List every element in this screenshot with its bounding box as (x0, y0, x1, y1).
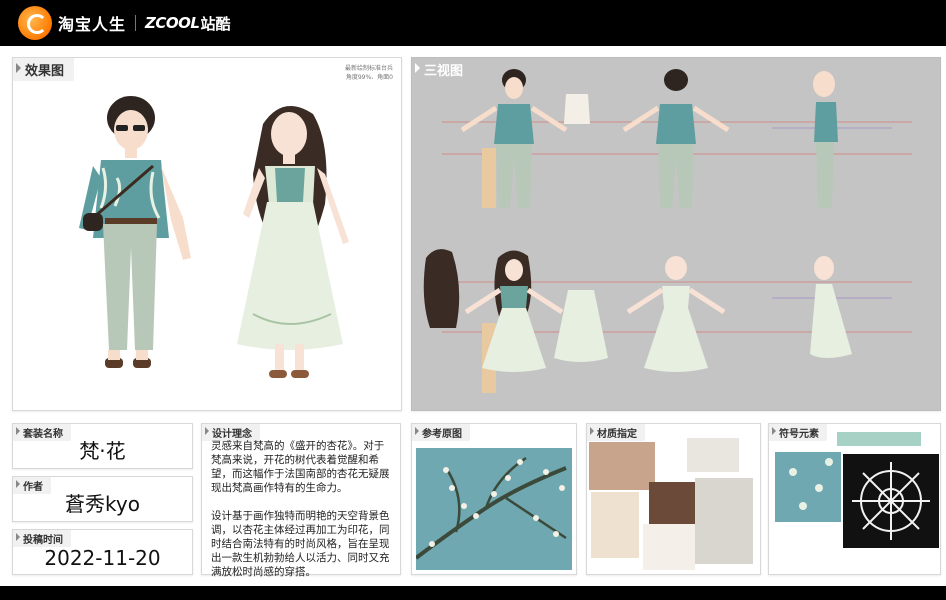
submit-date-title: 投稿时间 (13, 530, 71, 547)
brand-name: 淘宝人生 (58, 15, 127, 34)
design-concept-panel: 设计理念 灵感来自梵高的《盛开的杏花》。对于梵高来说，开花的树代表着觉醒和希望，… (201, 423, 401, 578)
female-back-view (626, 256, 726, 372)
taobao-life-logo-icon (18, 6, 52, 40)
symbol-patterns (775, 432, 939, 548)
material-collage (589, 438, 753, 570)
author-value: 蒼秀kyo (65, 492, 140, 516)
dress-detail-view (554, 290, 608, 362)
female-character-illustration (237, 106, 349, 378)
almond-blossom-painting (416, 448, 572, 570)
suit-name-value: 梵·花 (79, 439, 126, 463)
three-view-panel: 三视图 (411, 57, 941, 411)
submit-date-panel: 投稿时间 2022-11-20 (12, 529, 193, 575)
zcool-logo-cn: 站酷 (200, 14, 231, 33)
male-side-view (813, 71, 838, 208)
concept-paragraph-2: 设计基于画作独特而明艳的天空背景色调，以杏花主体经过再加工为印花，同时结合南法特… (211, 510, 390, 578)
hair-back-view (423, 249, 460, 328)
reference-title: 参考原图 (412, 424, 470, 441)
submit-date-value: 2022-11-20 (44, 546, 161, 570)
brand-divider (135, 15, 137, 31)
female-front-view (464, 250, 564, 372)
bottom-bar (0, 586, 946, 600)
male-back-view (622, 69, 730, 208)
top-bar: 淘宝人生 ZCOOL 站酷 (0, 0, 946, 46)
author-panel: 作者 蒼秀kyo (12, 476, 193, 522)
three-view-turnaround (423, 69, 912, 393)
effect-panel-title: 效果图 (13, 58, 75, 81)
shirt-detail-view (564, 94, 590, 124)
suit-name-panel: 套装名称 梵·花 (12, 423, 193, 469)
effect-panel: 效果图 最新绘制标准台兵 角度99%、角面0 (12, 57, 402, 411)
female-side-view (810, 256, 852, 358)
effect-note: 最新绘制标准台兵 角度99%、角面0 (344, 65, 393, 81)
male-character-illustration (79, 96, 191, 368)
concept-paragraph-1: 灵感来自梵高的《盛开的杏花》。对于梵高来说，开花的树代表着觉醒和希望，而这幅作于… (211, 440, 390, 494)
male-front-view (460, 69, 568, 208)
reference-panel: 参考原图 (411, 423, 577, 575)
material-panel: 材质指定 (586, 423, 761, 575)
zcool-logo: ZCOOL (145, 14, 200, 32)
design-concept-text: 灵感来自梵高的《盛开的杏花》。对于梵高来说，开花的树代表着觉醒和希望，而这幅作于… (211, 439, 394, 579)
symbol-panel: 符号元素 (768, 423, 941, 575)
